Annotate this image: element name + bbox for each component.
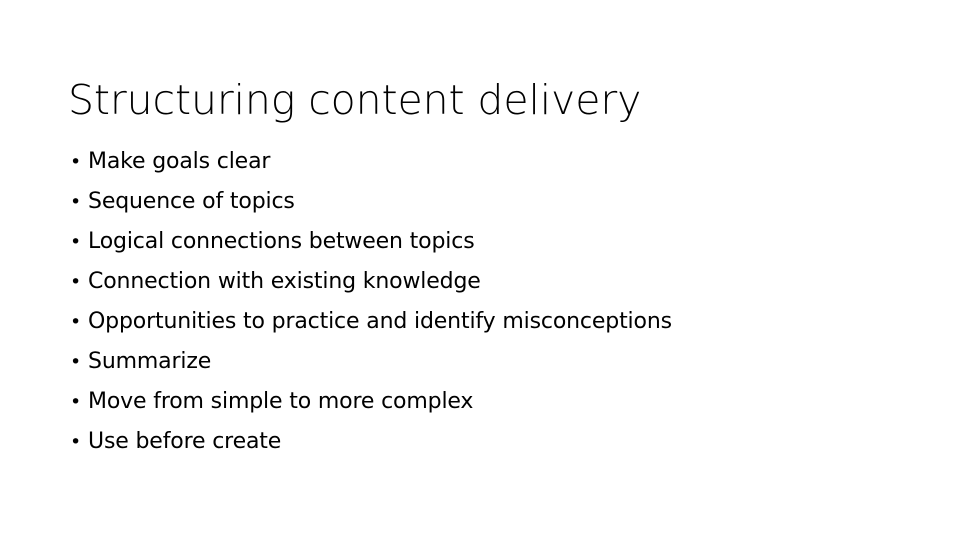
list-item-label: Logical connections between topics bbox=[88, 229, 475, 254]
bullet-point-icon: • bbox=[70, 271, 82, 293]
bullet-list: • Make goals clear • Sequence of topics • Log… bbox=[70, 142, 930, 462]
page-title: Structuring content delivery bbox=[68, 76, 642, 125]
list-item-label: Opportunities to practice and identify m… bbox=[88, 309, 672, 334]
list-item: • Opportunities to practice and identify … bbox=[70, 302, 930, 342]
list-item: • Move from simple to more complex bbox=[70, 382, 930, 422]
list-item: • Summarize bbox=[70, 342, 930, 382]
list-item-label: Summarize bbox=[88, 349, 212, 374]
list-item-label: Sequence of topics bbox=[88, 189, 295, 214]
list-item-label: Use before create bbox=[88, 429, 282, 454]
bullet-point-icon: • bbox=[70, 391, 82, 413]
bullet-point-icon: • bbox=[70, 351, 82, 373]
list-item: • Sequence of topics bbox=[70, 182, 930, 222]
list-item: • Make goals clear bbox=[70, 142, 930, 182]
list-item-label: Move from simple to more complex bbox=[88, 389, 474, 414]
bullet-point-icon: • bbox=[70, 311, 82, 333]
list-item-label: Connection with existing knowledge bbox=[88, 269, 481, 294]
bullet-point-icon: • bbox=[70, 431, 82, 453]
list-item: • Connection with existing knowledge bbox=[70, 262, 930, 302]
list-item-label: Make goals clear bbox=[88, 149, 271, 174]
list-item: • Logical connections between topics bbox=[70, 222, 930, 262]
list-item: • Use before create bbox=[70, 422, 930, 462]
bullet-point-icon: • bbox=[70, 191, 82, 213]
presentation-slide: Structuring content delivery • Make goals… bbox=[0, 0, 960, 540]
bullet-point-icon: • bbox=[70, 231, 82, 253]
bullet-point-icon: • bbox=[70, 151, 82, 173]
